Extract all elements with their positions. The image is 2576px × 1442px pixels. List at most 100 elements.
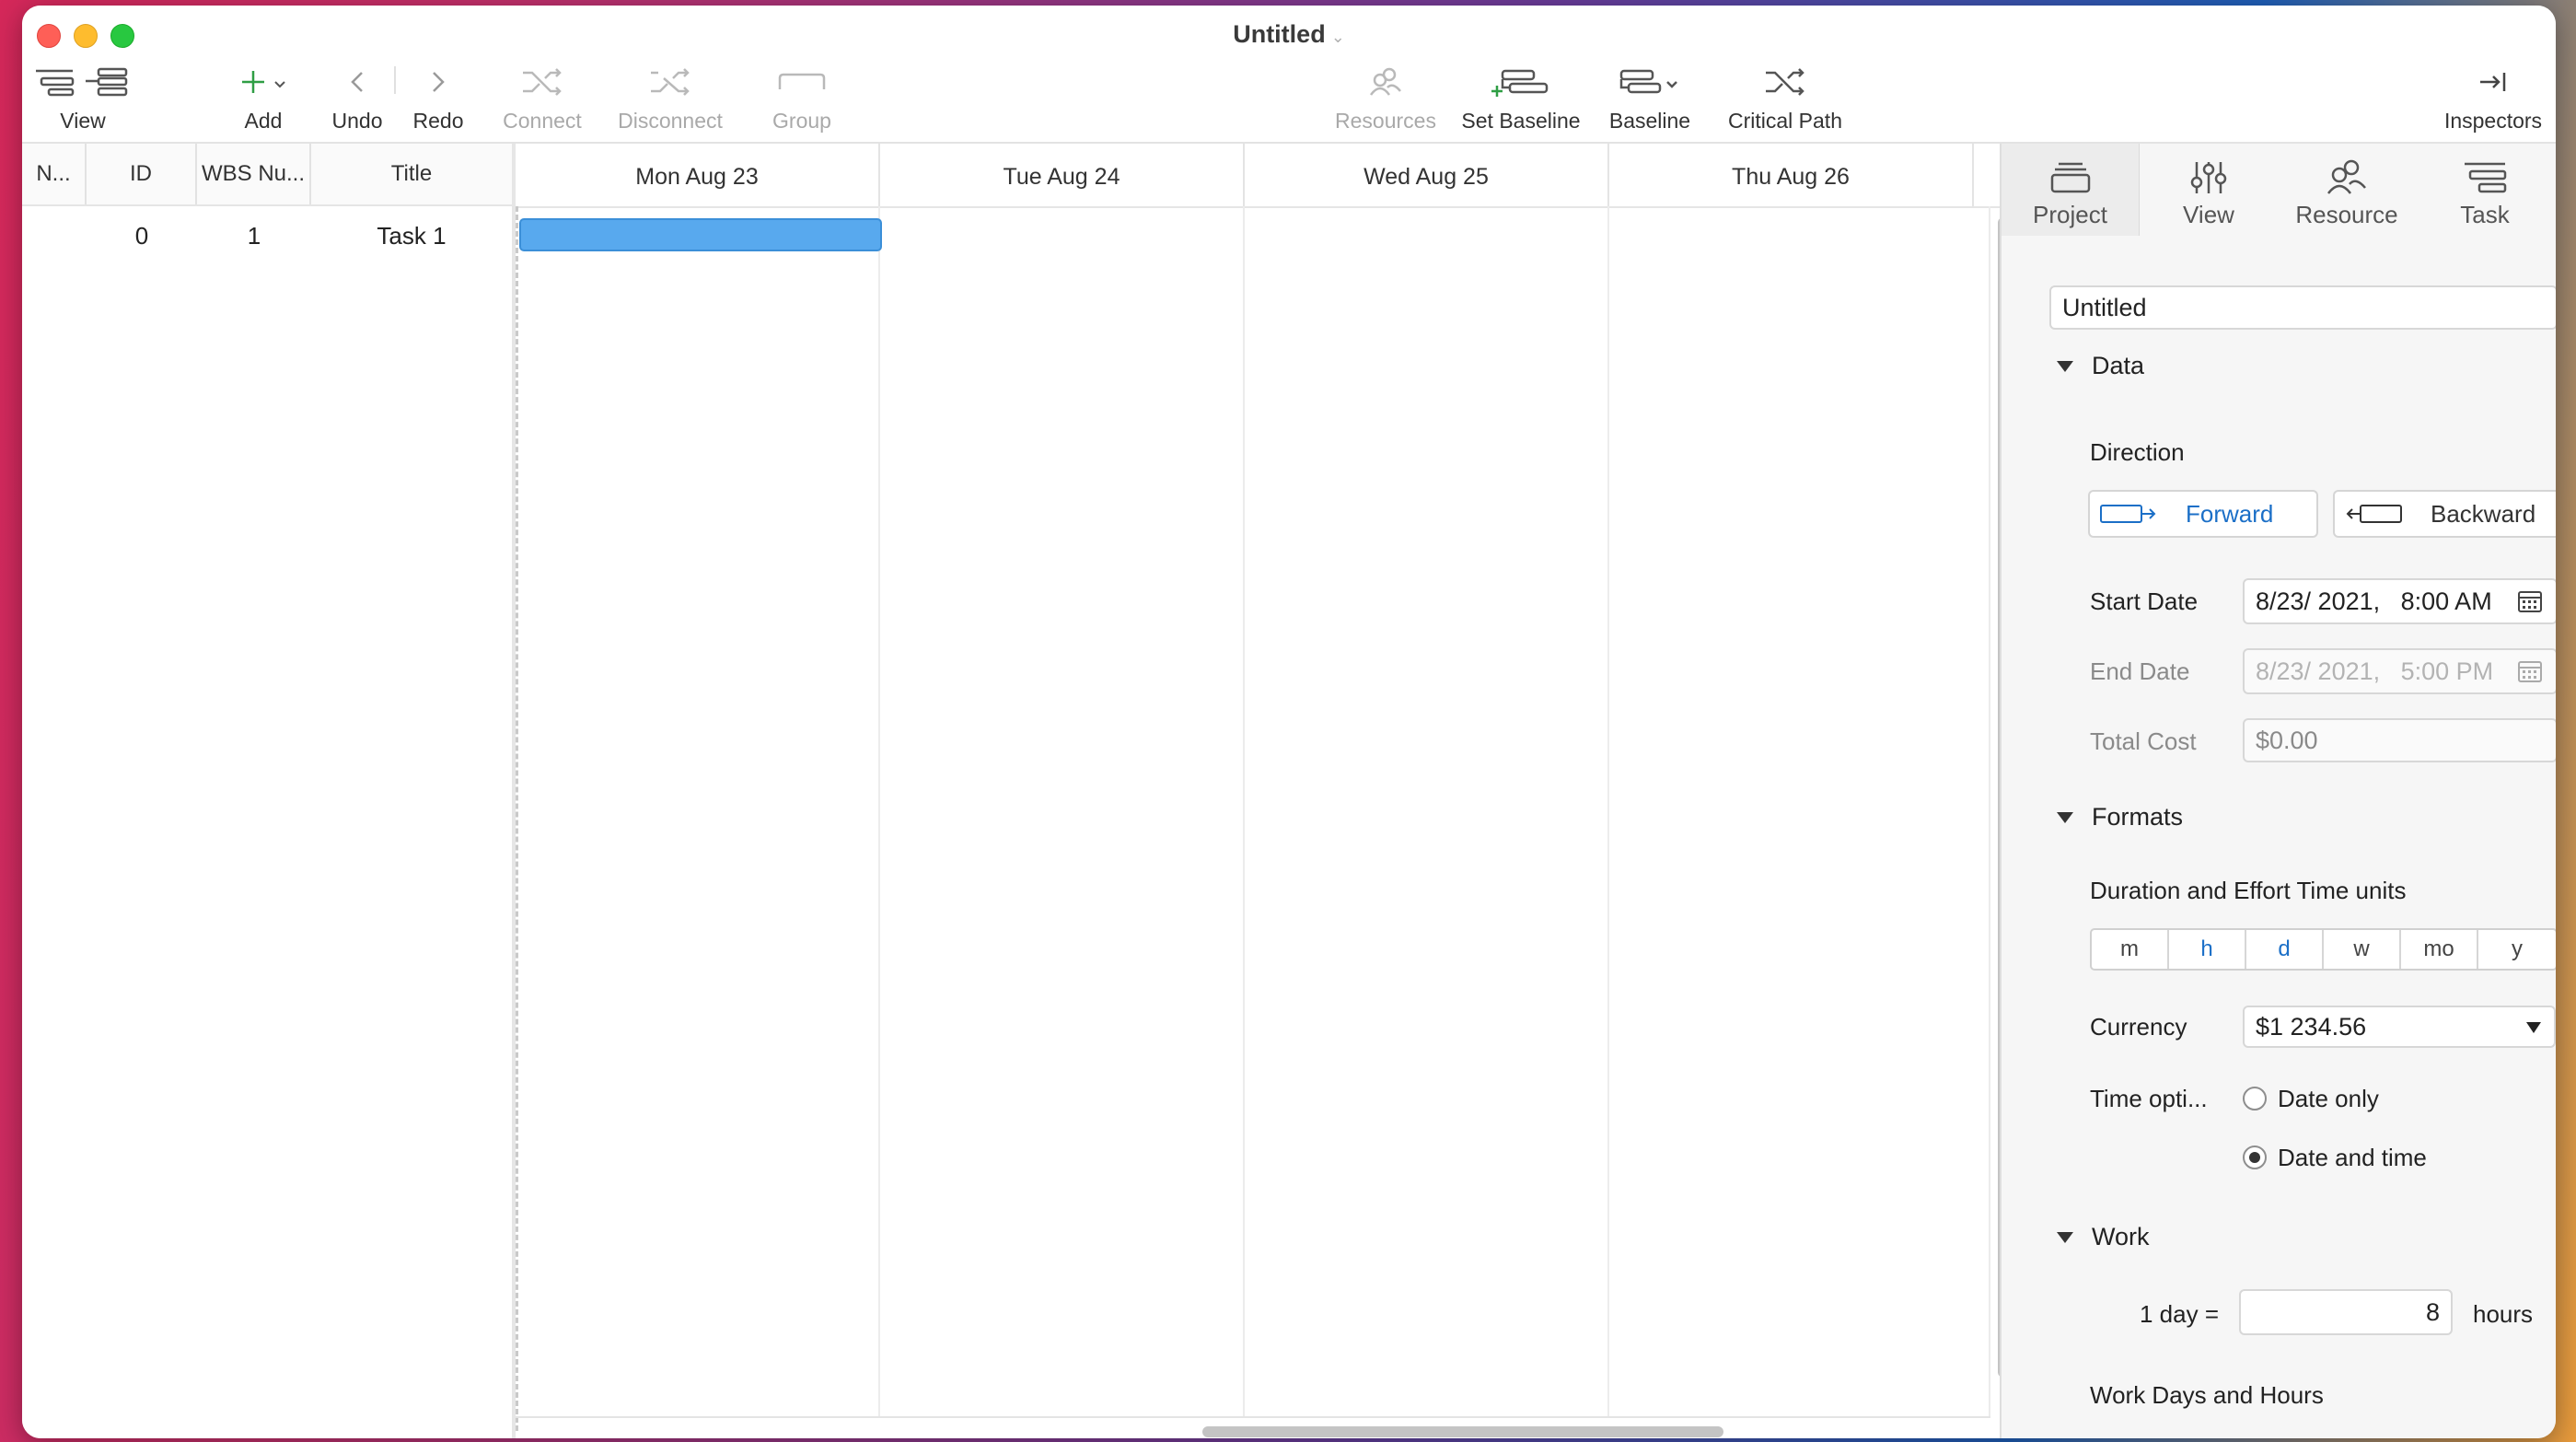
start-date-field[interactable]: 8/23/ 2021, 8:00 AM [2243,578,2556,624]
window-title[interactable]: Untitled ⌄ [22,20,2556,49]
day-column [1609,206,1990,1416]
inspector-panel: Project View Resource Task Untitled Data… [2000,144,2556,1438]
gantt-timescale: Mon Aug 23 Tue Aug 24 Wed Aug 25 Thu Aug… [516,144,2000,208]
dropdown-arrow-icon [2526,1022,2541,1033]
work-section-toggle[interactable]: Work [2057,1223,2150,1251]
set-baseline-icon [1491,69,1549,97]
formats-section-title: Formats [2092,803,2184,831]
project-icon [2050,162,2090,193]
add-button[interactable]: Add [215,59,311,134]
currency-select[interactable]: $1 234.56 [2243,1006,2556,1048]
disclosure-triangle-icon [2057,360,2073,372]
baseline-icon [1619,69,1677,94]
set-baseline-button[interactable]: Set Baseline [1440,59,1602,134]
time-unit-weeks[interactable]: w [2324,930,2401,969]
critical-path-icon [1766,68,1804,96]
start-date-value: 8/23/ 2021, 8:00 AM [2256,587,2492,615]
disconnect-button[interactable]: Disconnect [597,59,744,134]
people-icon [1369,67,1401,96]
date-and-time-radio[interactable] [2243,1145,2267,1169]
plus-icon [242,71,285,93]
tab-resource-label: Resource [2295,201,2398,228]
inspectors-button[interactable]: Inspectors [2431,59,2556,134]
inspector-tabs: Project View Resource Task [2002,144,2556,236]
disconnect-label: Disconnect [618,109,723,133]
group-label: Group [772,109,831,133]
row-number-cell [22,208,87,263]
row-id-cell: 0 [134,222,149,250]
view-label: View [60,109,106,133]
formats-section-toggle[interactable]: Formats [2057,803,2183,831]
forward-button[interactable]: Forward [2088,490,2318,538]
backward-label: Backward [2431,499,2536,528]
tab-task[interactable]: Task [2416,144,2554,236]
view-button[interactable]: View [26,59,140,134]
time-units-segmented-control: m h d w mo y [2090,928,2556,971]
start-date-label: Start Date [2090,587,2199,615]
date-and-time-label[interactable]: Date and time [2278,1144,2427,1172]
gantt-bottom-border [516,1416,1990,1418]
people-icon [2327,159,2366,194]
critical-path-button[interactable]: Critical Path [1698,59,1873,134]
forward-label: Forward [2186,499,2274,528]
total-cost-field: $0.00 [2243,718,2556,762]
gantt-chart: Mon Aug 23 Tue Aug 24 Wed Aug 25 Thu Aug… [516,144,2000,1438]
undo-button[interactable]: Undo [324,59,390,134]
calendar-icon[interactable] [2517,589,2543,613]
group-button[interactable]: Group [733,59,871,134]
column-header-n[interactable]: N... [22,144,87,204]
data-section-toggle[interactable]: Data [2057,352,2144,380]
time-unit-minutes[interactable]: m [2092,930,2169,969]
column-header-title[interactable]: Title [311,144,512,204]
duration-units-label: Duration and Effort Time units [2090,877,2407,904]
row-wbs-cell: 1 [247,222,261,250]
hours-label: hours [2473,1300,2534,1328]
time-unit-months[interactable]: mo [2401,930,2478,969]
day-column [516,206,880,1416]
chevron-left-icon [351,72,363,92]
day-column [1245,206,1609,1416]
sliders-icon [2190,162,2227,193]
day-header: Wed Aug 25 [1245,144,1609,206]
row-title-cell[interactable]: Task 1 [311,208,512,263]
time-options-label: Time opti... [2090,1085,2208,1112]
add-label: Add [244,109,283,133]
connect-button[interactable]: Connect [482,59,602,134]
inspectors-label: Inspectors [2443,109,2543,133]
baseline-button[interactable]: Baseline [1587,59,1712,134]
date-only-label[interactable]: Date only [2278,1085,2379,1113]
hours-per-day-field[interactable]: 8 [2239,1289,2453,1335]
outline-view-icon [36,67,128,97]
time-unit-hours[interactable]: h [2169,930,2246,969]
tab-view[interactable]: View [2140,144,2278,236]
data-section-title: Data [2092,352,2145,379]
task-bar[interactable] [519,218,882,251]
critical-path-label: Critical Path [1728,109,1842,133]
date-only-radio[interactable] [2243,1087,2267,1111]
sidebar-right-icon [2480,73,2506,91]
day-header: Tue Aug 24 [880,144,1245,206]
today-line [516,206,518,1431]
undo-label: Undo [331,109,383,133]
time-unit-days[interactable]: d [2246,930,2324,969]
total-cost-label: Total Cost [2090,727,2197,755]
tab-project-label: Project [2033,201,2107,228]
baseline-label: Baseline [1608,109,1691,133]
forward-arrow-icon [2100,505,2156,523]
tab-resource[interactable]: Resource [2278,144,2416,236]
currency-value: $1 234.56 [2256,1012,2367,1041]
redo-button[interactable]: Redo [390,59,486,134]
direction-label: Direction [2090,438,2185,466]
horizontal-scrollbar[interactable] [1202,1426,1723,1437]
set-baseline-label: Set Baseline [1461,109,1581,133]
one-day-label: 1 day = [2140,1300,2220,1328]
time-unit-years[interactable]: y [2478,930,2556,969]
column-header-id[interactable]: ID [87,144,197,204]
tab-project[interactable]: Project [2002,144,2140,236]
column-header-wbs[interactable]: WBS Nu... [197,144,311,204]
table-header: N... ID WBS Nu... Title [22,144,512,206]
backward-button[interactable]: Backward [2333,490,2556,538]
project-name-field[interactable]: Untitled [2049,285,2556,330]
connect-label: Connect [503,109,582,133]
tab-task-label: Task [2460,201,2510,228]
